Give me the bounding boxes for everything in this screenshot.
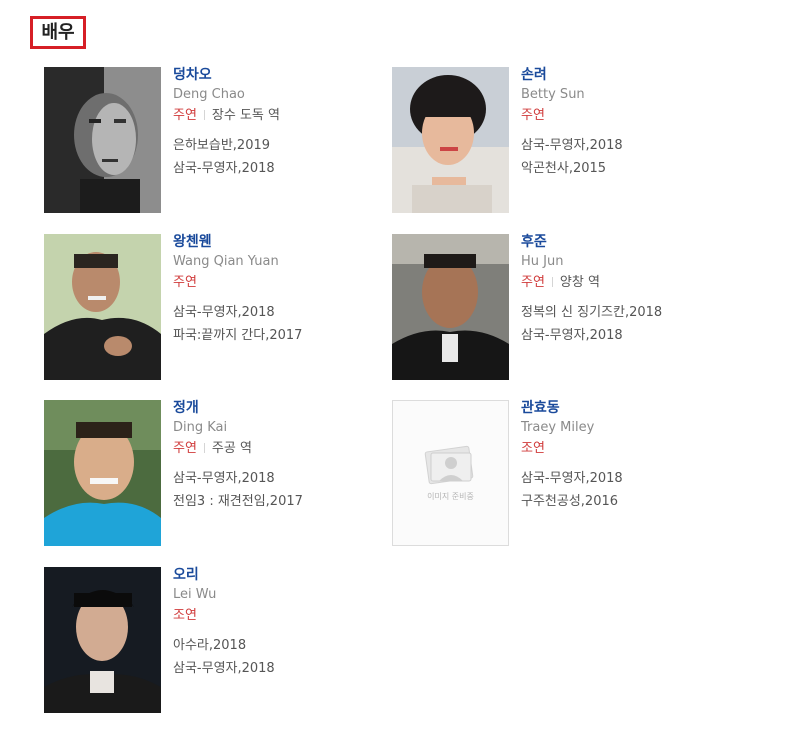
filmography-item[interactable]: 악곤천사,2015 xyxy=(521,160,741,177)
filmography-list: 삼국-무영자,2018 파국:끝까지 간다,2017 xyxy=(173,304,393,344)
actor-name[interactable]: 후준 xyxy=(521,234,741,250)
filmography-item[interactable]: 구주천공성,2016 xyxy=(521,493,741,510)
actor-info: 덩차오 Deng Chao 주연 장수 도독 역 은하보습반,2019 삼국-무영… xyxy=(173,67,393,183)
filmography-item[interactable]: 파국:끝까지 간다,2017 xyxy=(173,327,393,344)
actor-card-lei-wu: 오리 Lei Wu 조연 아수라,2018 삼국-무영자,2018 xyxy=(44,567,384,715)
actor-name[interactable]: 손려 xyxy=(521,67,741,83)
actor-english-name: Hu Jun xyxy=(521,254,564,269)
role-line: 주연 xyxy=(173,274,393,291)
actor-info: 왕첸웬 Wang Qian Yuan 주연 삼국-무영자,2018 파국:끝까지… xyxy=(173,234,393,350)
actor-photo[interactable] xyxy=(392,234,509,380)
actor-info: 후준 Hu Jun 주연 양창 역 정복의 신 징기즈칸,2018 삼국-무영자,… xyxy=(521,234,741,350)
filmography-item[interactable]: 삼국-무영자,2018 xyxy=(173,304,393,321)
actor-info: 오리 Lei Wu 조연 아수라,2018 삼국-무영자,2018 xyxy=(173,567,393,683)
role-line: 조연 xyxy=(521,440,741,457)
actor-english-name: Wang Qian Yuan xyxy=(173,254,279,269)
actor-english-name: Ding Kai xyxy=(173,420,228,435)
filmography-item[interactable]: 삼국-무영자,2018 xyxy=(521,327,741,344)
image-placeholder-icon xyxy=(424,445,474,485)
divider xyxy=(551,277,553,287)
filmography-list: 은하보습반,2019 삼국-무영자,2018 xyxy=(173,137,393,177)
actor-card-hu-jun: 후준 Hu Jun 주연 양창 역 정복의 신 징기즈칸,2018 삼국-무영자,… xyxy=(392,234,732,382)
filmography-item[interactable]: 아수라,2018 xyxy=(173,637,393,654)
role-line: 조연 xyxy=(173,607,393,624)
filmography-list: 아수라,2018 삼국-무영자,2018 xyxy=(173,637,393,677)
role-type: 주연 xyxy=(173,441,197,456)
actor-info: 관효동 Traey Miley 조연 삼국-무영자,2018 구주천공성,201… xyxy=(521,400,741,516)
filmography-item[interactable]: 삼국-무영자,2018 xyxy=(173,470,393,487)
actor-name[interactable]: 덩차오 xyxy=(173,67,393,83)
filmography-item[interactable]: 정복의 신 징기즈칸,2018 xyxy=(521,304,741,321)
divider xyxy=(203,110,205,120)
character-name: 주공 역 xyxy=(211,441,252,456)
actor-name[interactable]: 오리 xyxy=(173,567,393,583)
filmography-item[interactable]: 삼국-무영자,2018 xyxy=(173,160,393,177)
actor-photo[interactable] xyxy=(392,67,509,213)
actor-photo[interactable] xyxy=(44,67,161,213)
actor-english-name: Lei Wu xyxy=(173,587,217,602)
role-line: 주연 주공 역 xyxy=(173,440,393,457)
actor-card-deng-chao: 덩차오 Deng Chao 주연 장수 도독 역 은하보습반,2019 삼국-무영… xyxy=(44,67,384,215)
role-type: 조연 xyxy=(521,441,545,456)
filmography-list: 정복의 신 징기즈칸,2018 삼국-무영자,2018 xyxy=(521,304,741,344)
role-line: 주연 xyxy=(521,107,741,124)
actor-english-name: Deng Chao xyxy=(173,87,245,102)
image-placeholder[interactable]: 이미지 준비중 xyxy=(392,400,509,546)
character-name: 양창 역 xyxy=(559,275,600,290)
actor-name[interactable]: 정개 xyxy=(173,400,393,416)
actor-card-betty-sun: 손려 Betty Sun 주연 삼국-무영자,2018 악곤천사,2015 xyxy=(392,67,732,215)
actor-card-wang-qian-yuan: 왕첸웬 Wang Qian Yuan 주연 삼국-무영자,2018 파국:끝까지… xyxy=(44,234,384,382)
role-type: 조연 xyxy=(173,608,197,623)
actor-name[interactable]: 관효동 xyxy=(521,400,741,416)
filmography-item[interactable]: 전임3 : 재견전임,2017 xyxy=(173,493,393,510)
role-line: 주연 양창 역 xyxy=(521,274,741,291)
actor-card-ding-kai: 정개 Ding Kai 주연 주공 역 삼국-무영자,2018 전임3 : 재견전… xyxy=(44,400,384,548)
role-type: 주연 xyxy=(521,108,545,123)
actor-info: 정개 Ding Kai 주연 주공 역 삼국-무영자,2018 전임3 : 재견전… xyxy=(173,400,393,516)
actor-english-name: Betty Sun xyxy=(521,87,585,102)
actor-english-name: Traey Miley xyxy=(521,420,595,435)
actor-card-traey-miley: 이미지 준비중 관효동 Traey Miley 조연 삼국-무영자,2018 구… xyxy=(392,400,732,548)
actor-info: 손려 Betty Sun 주연 삼국-무영자,2018 악곤천사,2015 xyxy=(521,67,741,183)
role-type: 주연 xyxy=(173,275,197,290)
role-type: 주연 xyxy=(521,275,545,290)
role-line: 주연 장수 도독 역 xyxy=(173,107,393,124)
actor-photo[interactable] xyxy=(44,400,161,546)
filmography-item[interactable]: 은하보습반,2019 xyxy=(173,137,393,154)
character-name: 장수 도독 역 xyxy=(211,108,280,123)
role-type: 주연 xyxy=(173,108,197,123)
placeholder-text: 이미지 준비중 xyxy=(427,491,474,501)
filmography-list: 삼국-무영자,2018 구주천공성,2016 xyxy=(521,470,741,510)
filmography-list: 삼국-무영자,2018 전임3 : 재견전임,2017 xyxy=(173,470,393,510)
actor-name[interactable]: 왕첸웬 xyxy=(173,234,393,250)
filmography-item[interactable]: 삼국-무영자,2018 xyxy=(521,137,741,154)
section-title: 배우 xyxy=(30,16,86,49)
actor-photo[interactable] xyxy=(44,567,161,713)
divider xyxy=(203,443,205,453)
actor-photo[interactable] xyxy=(44,234,161,380)
filmography-item[interactable]: 삼국-무영자,2018 xyxy=(521,470,741,487)
filmography-item[interactable]: 삼국-무영자,2018 xyxy=(173,660,393,677)
filmography-list: 삼국-무영자,2018 악곤천사,2015 xyxy=(521,137,741,177)
